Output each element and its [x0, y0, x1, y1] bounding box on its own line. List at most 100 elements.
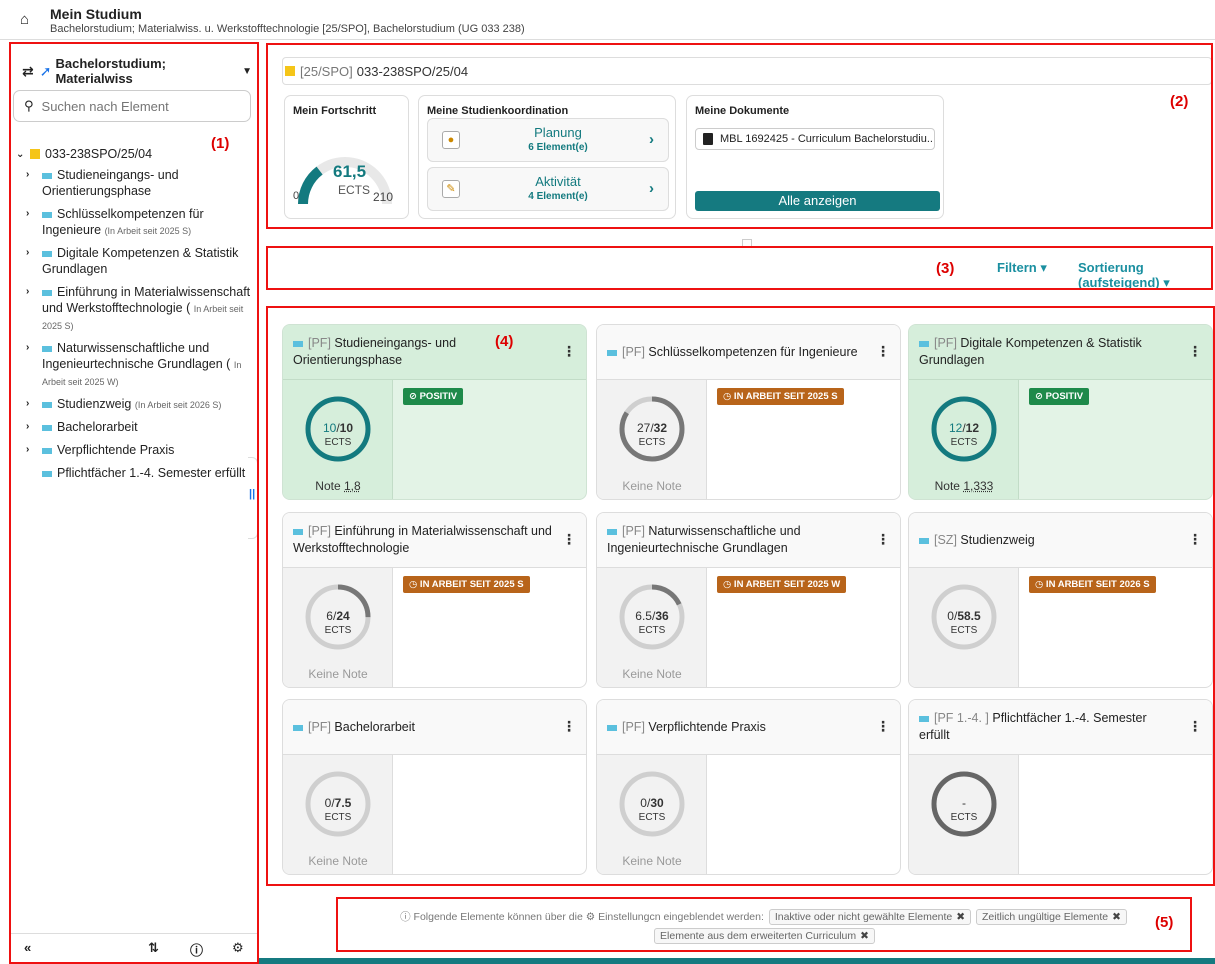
- tile-ects-value: 0/30: [640, 796, 664, 810]
- grade-value[interactable]: 1,8: [344, 479, 361, 493]
- chevron-right-icon[interactable]: ›: [26, 284, 40, 300]
- tile-title: [PF] Digitale Kompetenzen & Statistik Gr…: [919, 335, 1179, 369]
- study-switcher-label: Bachelorstudium; Materialwiss: [55, 56, 166, 86]
- sort-dropdown[interactable]: Sortierung (aufsteigend) ▾: [1078, 260, 1213, 291]
- element-tile[interactable]: [PF] Schlüsselkompetenzen für Ingenieure…: [596, 324, 901, 500]
- close-icon[interactable]: ✖: [1112, 911, 1121, 923]
- element-tile[interactable]: [PF] Naturwissenschaftliche und Ingenieu…: [596, 512, 901, 688]
- tree-item[interactable]: Pflichtfächer 1.-4. Semester erfüllt: [16, 465, 256, 482]
- tree-item[interactable]: › Verpflichtende Praxis: [16, 442, 256, 459]
- tile-unit: ECTS: [324, 625, 352, 636]
- more-options-icon[interactable]: ⋮: [562, 343, 576, 360]
- tile-total: 58.5: [957, 609, 981, 623]
- tree-item[interactable]: › Bachelorarbeit: [16, 419, 256, 436]
- chevron-right-icon[interactable]: ›: [26, 206, 40, 222]
- element-tile[interactable]: [PF] Einführung in Materialwissenschaft …: [282, 512, 587, 688]
- lightbulb-icon: ●: [442, 131, 460, 149]
- element-tile[interactable]: [PF] Studieneingangs- und Orientierungsp…: [282, 324, 587, 500]
- tile-ects-value: 27/32: [636, 421, 668, 435]
- chevron-right-icon[interactable]: ›: [26, 396, 40, 412]
- element-tile[interactable]: [PF] Bachelorarbeit ⋮ 0/7.5 ECTS Keine Note: [282, 699, 587, 875]
- element-tile[interactable]: [PF] Digitale Kompetenzen & Statistik Gr…: [908, 324, 1213, 500]
- tree-item[interactable]: › Schlüsselkompetenzen für Ingenieure (In…: [16, 206, 256, 239]
- folder-square-icon: [30, 149, 40, 159]
- more-options-icon[interactable]: ⋮: [1188, 531, 1202, 548]
- planning-button[interactable]: ● Planung 6 Element(e) ›: [427, 118, 669, 162]
- more-options-icon[interactable]: ⋮: [1188, 343, 1202, 360]
- element-search[interactable]: ⚲: [13, 90, 251, 122]
- chevron-right-icon[interactable]: ›: [26, 419, 40, 435]
- tile-unit: ECTS: [950, 812, 978, 823]
- tile-grade: Keine Note: [308, 854, 368, 868]
- tree-item[interactable]: › Studienzweig (In Arbeit seit 2026 S): [16, 396, 256, 413]
- sort-icon[interactable]: ⇅: [148, 940, 159, 956]
- tree-item[interactable]: › Studieneingangs- und Orientierungsphase: [16, 167, 256, 200]
- grade-value[interactable]: 1,333: [963, 479, 993, 493]
- close-icon[interactable]: ✖: [956, 911, 965, 923]
- sidebar-resize-handle[interactable]: ||: [248, 457, 258, 539]
- tree-item-label: Pflichtfächer 1.-4. Semester erfüllt: [57, 466, 246, 480]
- tile-title: [PF] Schlüsselkompetenzen für Ingenieure: [607, 344, 867, 361]
- document-link[interactable]: MBL 1692425 - Curriculum Bachelorstudiu.…: [695, 128, 935, 150]
- element-tile[interactable]: [PF 1.-4. ] Pflichtfächer 1.-4. Semester…: [908, 699, 1213, 875]
- tile-title: [PF] Verpflichtende Praxis: [607, 719, 867, 736]
- filter-chip[interactable]: Zeitlich ungültige Elemente ✖: [976, 909, 1127, 925]
- page-subtitle: Bachelorstudium; Materialwiss. u. Werkst…: [50, 23, 525, 35]
- tree-item[interactable]: › Digitale Kompetenzen & Statistik Grundl…: [16, 245, 256, 278]
- tree-item[interactable]: › Naturwissenschaftliche und Ingenieurtec…: [16, 340, 256, 390]
- tile-header: [PF] Naturwissenschaftliche und Ingenieu…: [597, 513, 900, 568]
- coordination-title: Meine Studienkoordination: [427, 105, 569, 117]
- top-header: ⌂ Mein Studium Bachelorstudium; Material…: [0, 0, 1215, 40]
- tree-item[interactable]: › Einführung in Materialwissenschaft und …: [16, 284, 256, 334]
- status-badge: ◷ IN ARBEIT SEIT 2025 W: [717, 576, 847, 593]
- more-options-icon[interactable]: ⋮: [562, 531, 576, 548]
- sidebar-footer: « ⇅ ⓘ ⚙: [10, 933, 258, 959]
- curriculum-square-icon: [285, 66, 295, 76]
- tile-progress: 10/10 ECTS Note 1,8: [283, 380, 393, 499]
- home-icon[interactable]: ⌂: [20, 12, 38, 28]
- tile-grade: Note 1,8: [283, 479, 393, 493]
- more-options-icon[interactable]: ⋮: [876, 343, 890, 360]
- module-square-icon: [42, 172, 52, 179]
- study-switcher[interactable]: ⇄ ➚ Bachelorstudium; Materialwiss ▼: [22, 56, 252, 86]
- tile-total: 32: [653, 421, 668, 435]
- chevron-right-icon[interactable]: ›: [26, 442, 40, 458]
- settings-icon[interactable]: ⚙: [232, 940, 244, 956]
- filter-dropdown[interactable]: Filtern ▾: [997, 260, 1047, 276]
- tile-unit: ECTS: [638, 625, 666, 636]
- activity-button[interactable]: ✎ Aktivität 4 Element(e) ›: [427, 167, 669, 211]
- tile-header: [PF 1.-4. ] Pflichtfächer 1.-4. Semester…: [909, 700, 1212, 755]
- more-options-icon[interactable]: ⋮: [876, 531, 890, 548]
- module-square-icon: [42, 424, 52, 431]
- search-input[interactable]: [41, 98, 232, 114]
- chevron-right-icon[interactable]: ›: [26, 245, 40, 261]
- element-tile[interactable]: [SZ] Studienzweig ⋮ 0/58.5 ECTS ◷ IN ARBEIT …: [908, 512, 1213, 688]
- more-options-icon[interactable]: ⋮: [562, 718, 576, 735]
- pencil-note-icon: ✎: [442, 180, 460, 198]
- chevron-right-icon[interactable]: ›: [26, 167, 40, 183]
- tile-grade: Keine Note: [622, 854, 682, 868]
- tile-header: [PF] Digitale Kompetenzen & Statistik Gr…: [909, 325, 1212, 380]
- collapse-sidebar-icon[interactable]: «: [24, 940, 31, 955]
- info-line-2: Elemente aus dem erweiterten Curriculum ✖: [337, 928, 1190, 944]
- info-icon[interactable]: ⓘ: [190, 940, 203, 959]
- module-square-icon: [42, 289, 52, 296]
- sidebar: ⇄ ➚ Bachelorstudium; Materialwiss ▼ ⚲ ⌄ …: [10, 43, 258, 961]
- panel-resize-icon[interactable]: [742, 239, 752, 247]
- element-tile[interactable]: [PF] Verpflichtende Praxis ⋮ 0/30 ECTS Keine…: [596, 699, 901, 875]
- chevron-down-icon[interactable]: ⌄: [16, 149, 30, 160]
- grade-label: Note: [315, 479, 341, 493]
- more-options-icon[interactable]: ⋮: [1188, 718, 1202, 735]
- filter-chip[interactable]: Inaktive oder nicht gewählte Elemente ✖: [768, 909, 972, 925]
- tree-root-label: 033-238SPO/25/04: [45, 147, 153, 161]
- filter-chip[interactable]: Elemente aus dem erweiterten Curriculum ✖: [654, 928, 875, 944]
- chevron-right-icon[interactable]: ›: [26, 340, 40, 356]
- close-icon[interactable]: ✖: [860, 930, 869, 942]
- tile-total: 36: [655, 609, 669, 623]
- swap-icon: ⇄: [22, 62, 34, 79]
- more-options-icon[interactable]: ⋮: [876, 718, 890, 735]
- info-text-b: Einstellungcn eingeblendet werden:: [598, 911, 764, 923]
- progress-unit: ECTS: [338, 183, 371, 197]
- show-all-documents-button[interactable]: Alle anzeigen: [695, 191, 940, 211]
- annotation-label-3: (3): [936, 260, 955, 277]
